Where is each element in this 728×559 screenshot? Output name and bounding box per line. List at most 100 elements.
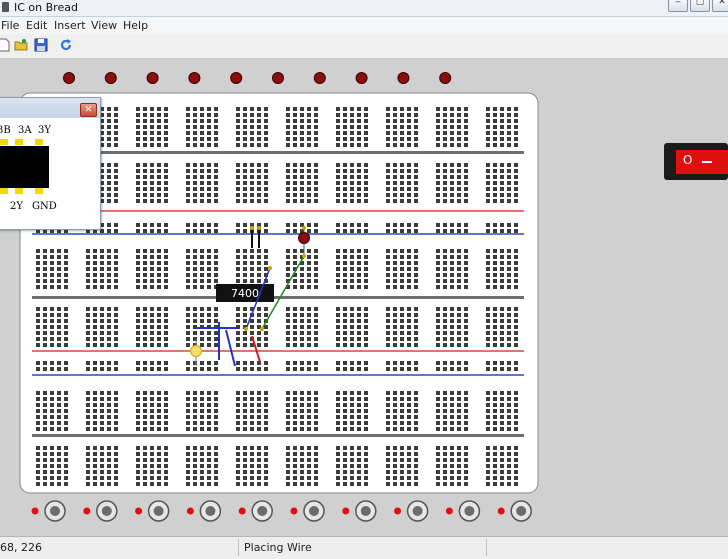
breadboard-hole [443, 137, 447, 141]
breadboard-hole [286, 409, 290, 413]
breadboard-hole [300, 175, 304, 179]
toggle-knob [101, 506, 112, 516]
breadboard-hole [286, 452, 290, 456]
breadboard-hole [143, 273, 147, 277]
breadboard-hole [400, 476, 404, 480]
breadboard-hole [486, 464, 490, 468]
breadboard-hole [36, 409, 40, 413]
breadboard-hole [200, 169, 204, 173]
breadboard-hole [500, 175, 504, 179]
breadboard-hole [436, 131, 440, 135]
breadboard-hole [50, 267, 54, 271]
breadboard-hole [386, 285, 390, 289]
breadboard-hole [436, 464, 440, 468]
breadboard-hole [100, 361, 104, 365]
breadboard-hole [93, 415, 97, 419]
breadboard-hole [386, 458, 390, 462]
breadboard-hole [164, 285, 168, 289]
breadboard-hole [357, 331, 361, 335]
breadboard-hole [450, 223, 454, 227]
breadboard-hole [243, 125, 247, 129]
breadboard-hole [500, 452, 504, 456]
breadboard-hole [436, 476, 440, 480]
breadboard-hole [214, 337, 218, 341]
breadboard-hole [357, 464, 361, 468]
breadboard-hole [336, 482, 340, 486]
breadboard-hole [507, 319, 511, 323]
breadboard-hole [307, 143, 311, 147]
breadboard-hole [336, 273, 340, 277]
breadboard-hole [500, 143, 504, 147]
breadboard-hole [193, 319, 197, 323]
breadboard-hole [286, 261, 290, 265]
breadboard-hole [393, 119, 397, 123]
breadboard-hole [457, 343, 461, 347]
breadboard-hole [343, 331, 347, 335]
breadboard-hole [436, 397, 440, 401]
breadboard-hole [486, 119, 490, 123]
breadboard-hole [293, 427, 297, 431]
breadboard-hole [514, 482, 518, 486]
breadboard-hole [307, 476, 311, 480]
breadboard-hole [364, 313, 368, 317]
breadboard-hole [164, 163, 168, 167]
breadboard-hole [400, 464, 404, 468]
breadboard-hole [443, 331, 447, 335]
breadboard-hole [307, 181, 311, 185]
breadboard-hole [164, 229, 168, 233]
breadboard-hole [400, 446, 404, 450]
breadboard-hole [457, 175, 461, 179]
breadboard-hole [114, 249, 118, 253]
breadboard-hole [300, 458, 304, 462]
breadboard-hole [186, 137, 190, 141]
breadboard-hole [514, 223, 518, 227]
breadboard-hole [114, 446, 118, 450]
breadboard-hole [314, 107, 318, 111]
breadboard-hole [336, 285, 340, 289]
breadboard-hole [36, 427, 40, 431]
breadboard-hole [57, 307, 61, 311]
breadboard-hole [107, 175, 111, 179]
breadboard-hole [450, 458, 454, 462]
breadboard-hole [264, 255, 268, 259]
breadboard-hole [264, 361, 268, 365]
breadboard-hole [386, 307, 390, 311]
breadboard-hole [114, 313, 118, 317]
breadboard-hole [400, 143, 404, 147]
breadboard-hole [307, 279, 311, 283]
popup-close-button[interactable]: ✕ [80, 103, 97, 117]
breadboard-hole [86, 337, 90, 341]
breadboard-hole [286, 403, 290, 407]
power-switch[interactable]: O [664, 143, 728, 180]
breadboard-hole [243, 307, 247, 311]
breadboard-hole [336, 267, 340, 271]
breadboard-hole [364, 476, 368, 480]
power-switch-label: O [683, 153, 693, 167]
breadboard-hole [486, 458, 490, 462]
breadboard-hole [393, 482, 397, 486]
breadboard-hole [486, 409, 490, 413]
breadboard-hole [507, 163, 511, 167]
breadboard-hole [436, 361, 440, 365]
breadboard-hole [486, 273, 490, 277]
breadboard-hole [336, 307, 340, 311]
breadboard-hole [214, 181, 218, 185]
breadboard-hole [286, 446, 290, 450]
breadboard-hole [150, 199, 154, 203]
breadboard-hole [186, 331, 190, 335]
breadboard-hole [193, 249, 197, 253]
breadboard-hole [250, 175, 254, 179]
breadboard-hole [207, 181, 211, 185]
breadboard-hole [486, 181, 490, 185]
breadboard-hole [386, 119, 390, 123]
breadboard-hole [314, 427, 318, 431]
breadboard-hole [107, 169, 111, 173]
breadboard-hole [207, 409, 211, 413]
breadboard-hole [193, 391, 197, 395]
breadboard-hole [407, 181, 411, 185]
breadboard-hole [414, 427, 418, 431]
breadboard[interactable]: 7400 [0, 0, 728, 558]
breadboard-hole [36, 313, 40, 317]
breadboard-hole [314, 403, 318, 407]
breadboard-hole [364, 119, 368, 123]
